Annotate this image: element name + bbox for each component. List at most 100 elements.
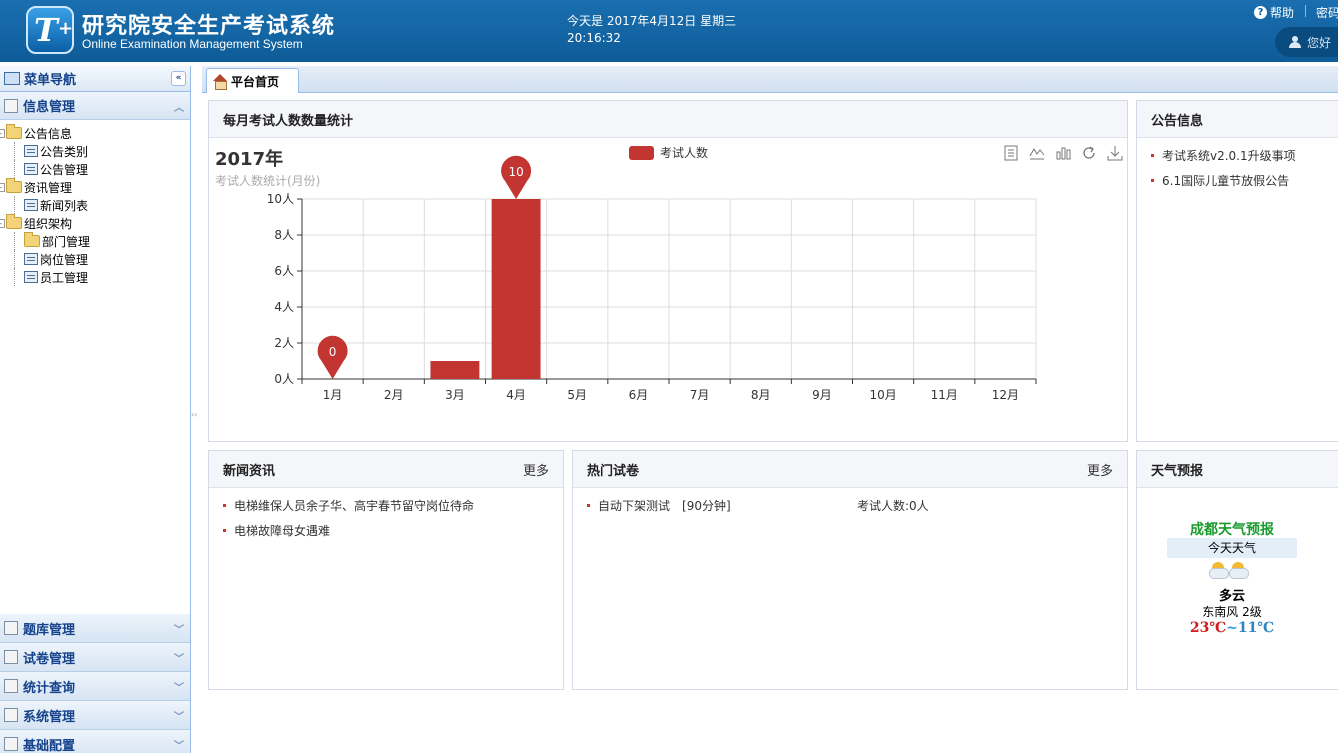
list-icon	[24, 253, 38, 265]
weather-city-title: 成都天气预报	[1190, 522, 1274, 538]
tree-leaf-label: 公告管理	[40, 162, 89, 177]
tab-home[interactable]: 平台首页	[206, 68, 299, 93]
tree-node-notice[interactable]: - 公告信息	[0, 124, 190, 142]
notice-item[interactable]: 6.1国际儿童节放假公告	[1151, 168, 1331, 193]
bar-chart: 0人 2人 4人 6人 8人 10人 1月 2月 3月 4月 5月 6月 7月 8月 9月 10月 11月 12月…	[267, 155, 1037, 402]
collapse-sidebar-button[interactable]: «	[171, 71, 186, 86]
news-item[interactable]: 电梯维保人员余子华、高宇春节留守岗位待命	[223, 493, 549, 518]
tree-leaf-label: 新闻列表	[40, 198, 89, 213]
exam-panel: 热门试卷 更多 自动下架测试 [90分钟] 考试人数:0人	[572, 450, 1128, 690]
sidebar-splitter[interactable]: ‹‹	[191, 410, 199, 450]
exam-panel-title: 热门试卷	[587, 463, 640, 479]
tree-leaf-news-list[interactable]: 新闻列表	[0, 196, 190, 214]
password-link[interactable]: 密码	[1316, 4, 1338, 21]
computer-icon	[4, 708, 18, 722]
exam-panel-header: 热门试卷 更多	[573, 451, 1127, 488]
user-menu[interactable]: 您好	[1275, 27, 1338, 57]
sidebar-section-question-bank[interactable]: 题库管理 ﹀	[0, 614, 190, 643]
folder-open-icon	[6, 178, 22, 193]
user-greeting: 您好	[1307, 35, 1332, 50]
collapse-node-icon[interactable]: -	[0, 219, 5, 228]
collapse-node-icon[interactable]: -	[0, 183, 5, 192]
section-label: 题库管理	[23, 622, 76, 638]
x-tick-label: 9月	[812, 388, 832, 402]
tree-node-label: 组织架构	[24, 216, 73, 231]
temp-separator: ~	[1226, 620, 1238, 636]
marker-label: 10	[508, 165, 523, 179]
menu-icon	[4, 72, 20, 85]
tab-label: 平台首页	[231, 74, 280, 89]
tree-node-news[interactable]: - 资讯管理	[0, 178, 190, 196]
y-tick-label: 6人	[274, 264, 294, 278]
help-link[interactable]: ? 帮助	[1254, 4, 1294, 21]
tree-node-label: 公告信息	[24, 126, 73, 141]
news-item[interactable]: 电梯故障母女遇难	[223, 518, 549, 543]
y-tick-label: 10人	[267, 192, 294, 206]
x-tick-label: 8月	[751, 388, 771, 402]
tree-leaf-label: 部门管理	[42, 234, 91, 249]
tree-leaf-department[interactable]: 部门管理	[0, 232, 190, 250]
chart-panel-title: 每月考试人数数量统计	[223, 113, 354, 129]
section-label: 基础配置	[23, 738, 76, 753]
exam-duration: [90分钟]	[682, 499, 731, 513]
weather-wind: 东南风 2级	[1202, 605, 1262, 619]
news-item-text: 电梯故障母女遇难	[234, 524, 331, 538]
x-tick-label: 7月	[690, 388, 710, 402]
current-date: 今天是 2017年4月12日 星期三	[567, 14, 737, 28]
section-label: 试卷管理	[23, 651, 76, 667]
chevron-up-icon: ︿	[174, 103, 184, 114]
sidebar-section-config[interactable]: 基础配置 ﹀	[0, 730, 190, 753]
x-tick-label: 3月	[445, 388, 465, 402]
chevron-down-icon: ﹀	[174, 712, 184, 723]
app-subtitle: Online Examination Management System	[82, 37, 303, 51]
sidebar-section-paper[interactable]: 试卷管理 ﹀	[0, 643, 190, 672]
weather-today-label: 今天天气	[1167, 538, 1297, 558]
tree-leaf-notice-manage[interactable]: 公告管理	[0, 160, 190, 178]
chevron-down-icon: ﹀	[174, 741, 184, 752]
list-icon	[24, 145, 38, 157]
news-more-link[interactable]: 更多	[523, 460, 549, 479]
sidebar: 菜单导航 « 信息管理 ︿ - 公告信息 公告类别 公告管理 - 资讯管理	[0, 66, 191, 753]
tree-node-label: 资讯管理	[24, 180, 73, 195]
tree-leaf-label: 岗位管理	[40, 252, 89, 267]
x-tick-label: 6月	[629, 388, 649, 402]
list-icon	[24, 199, 38, 211]
exam-name: 自动下架测试	[598, 499, 671, 513]
weather-panel-header: 天气预报	[1137, 451, 1338, 488]
folder-icon	[24, 232, 40, 247]
collapse-node-icon[interactable]: -	[0, 129, 5, 138]
chart-panel: 每月考试人数数量统计 2017年 考试人数统计(月份) 考试人数 0人 2人 4人 6…	[208, 100, 1128, 442]
weather-panel: 天气预报 成都天气预报 今天天气 多云 东南风 2级 23℃~11℃	[1136, 450, 1338, 690]
tree-leaf-position[interactable]: 岗位管理	[0, 250, 190, 268]
list-icon	[24, 271, 38, 283]
partly-cloudy-icon	[1209, 562, 1229, 579]
folder-open-icon	[6, 124, 22, 139]
app-header: T + 研究院安全生产考试系统 Online Examination Manage…	[0, 0, 1338, 62]
chevron-down-icon: ﹀	[174, 625, 184, 636]
tree-leaf-employee[interactable]: 员工管理	[0, 268, 190, 286]
section-label: 统计查询	[23, 680, 76, 696]
weather-icons	[1209, 562, 1249, 579]
y-tick-label: 4人	[274, 300, 294, 314]
app-title: 研究院安全生产考试系统	[82, 14, 336, 39]
sidebar-section-system[interactable]: 系统管理 ﹀	[0, 701, 190, 730]
current-time: 20:16:32	[567, 31, 621, 45]
exam-more-link[interactable]: 更多	[1087, 460, 1113, 479]
notice-panel: 公告信息 考试系统v2.0.1升级事项 6.1国际儿童节放假公告	[1136, 100, 1338, 442]
sidebar-section-info[interactable]: 信息管理 ︿	[0, 92, 190, 120]
notice-item-text: 考试系统v2.0.1升级事项	[1162, 149, 1296, 163]
news-panel-header: 新闻资讯 更多	[209, 451, 563, 488]
tree-node-org[interactable]: - 组织架构	[0, 214, 190, 232]
sidebar-section-stats[interactable]: 统计查询 ﹀	[0, 672, 190, 701]
chevron-down-icon: ﹀	[174, 654, 184, 665]
tree-leaf-notice-category[interactable]: 公告类别	[0, 142, 190, 160]
help-label: 帮助	[1270, 6, 1295, 20]
exam-count: 考试人数:0人	[857, 499, 929, 513]
help-icon: ?	[1254, 6, 1267, 19]
notice-item[interactable]: 考试系统v2.0.1升级事项	[1151, 143, 1331, 168]
y-tick-label: 0人	[274, 372, 294, 386]
notice-panel-title: 公告信息	[1151, 113, 1204, 129]
exam-item[interactable]: 自动下架测试 [90分钟] 考试人数:0人	[587, 493, 1113, 518]
section-label: 信息管理	[23, 100, 76, 115]
x-tick-label: 4月	[506, 388, 526, 402]
